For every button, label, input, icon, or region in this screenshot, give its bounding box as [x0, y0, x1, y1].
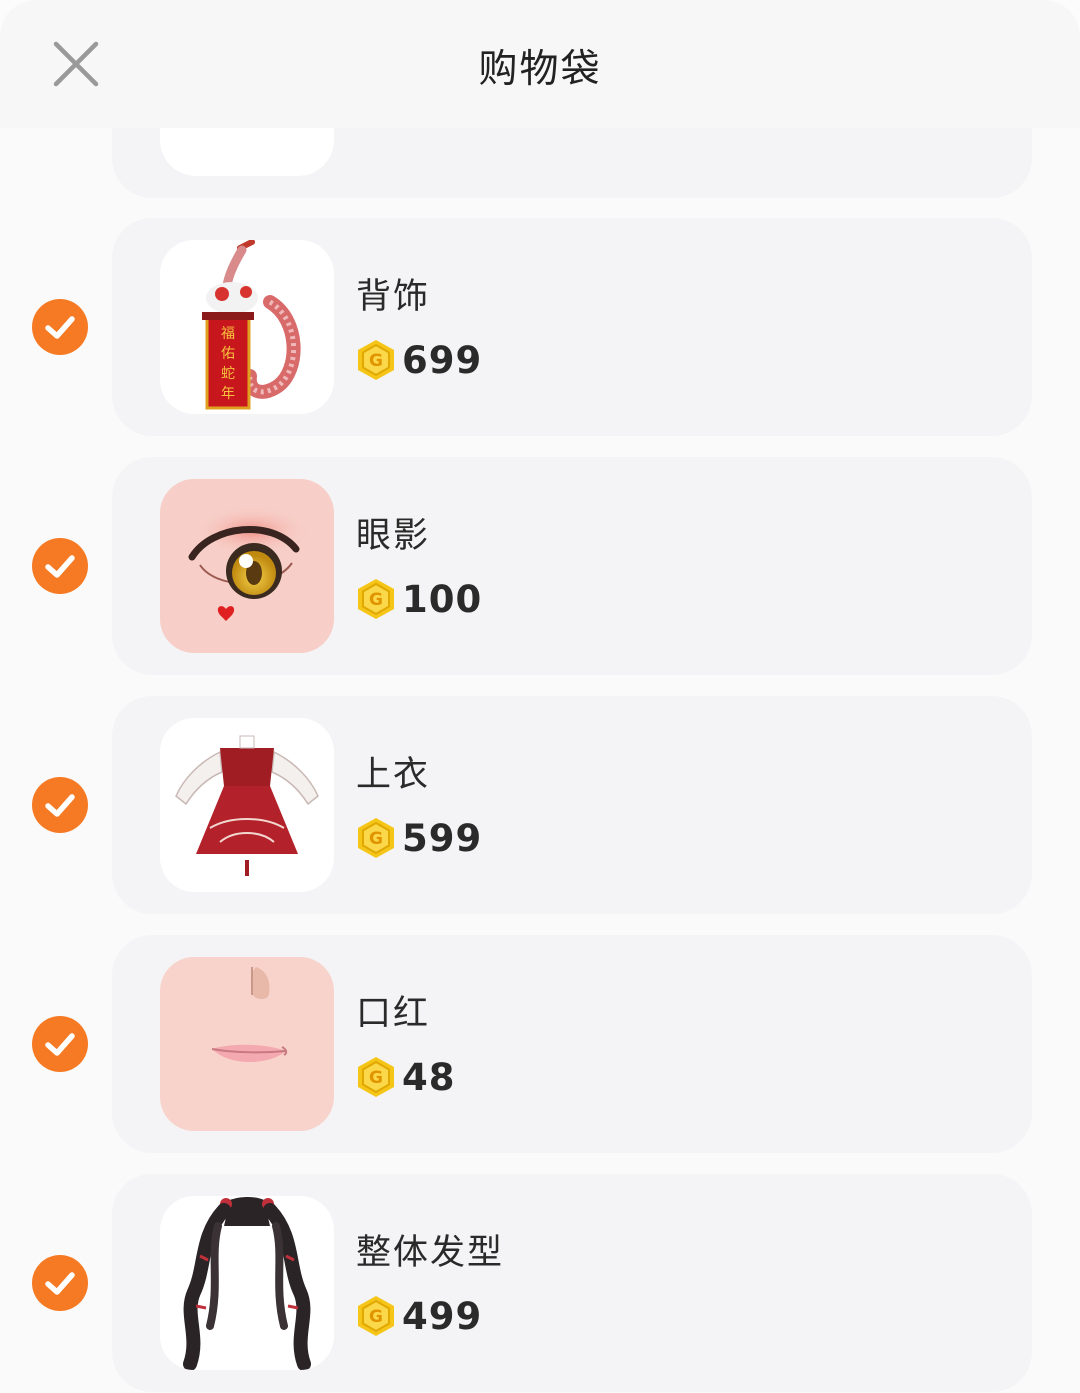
select-checkbox[interactable]: [32, 299, 88, 355]
item-thumbnail: 福 佑 蛇 年: [160, 240, 334, 414]
shopping-bag-sheet: 福 佑 蛇 年 背饰 G 699 眼影 G 100 上衣 G 599 口红 G …: [0, 0, 1080, 1393]
cart-item-row: 上衣 G 599: [0, 696, 1080, 914]
item-name: 整体发型: [356, 1233, 505, 1273]
item-name: 背饰: [356, 277, 431, 317]
item-price: G 100: [356, 577, 482, 621]
page-title: 购物袋: [478, 47, 602, 92]
eye-shadow-icon: [188, 505, 312, 621]
charm-text-1: 福: [221, 326, 235, 342]
charm-text-3: 蛇: [221, 366, 235, 382]
charm-text-4: 年: [221, 386, 235, 402]
svg-text:G: G: [369, 1307, 383, 1327]
price-value: 699: [402, 338, 483, 382]
svg-text:G: G: [369, 590, 383, 610]
twin-tail-hairstyle-icon: [183, 1197, 311, 1370]
gold-coin-icon: G: [358, 340, 394, 380]
select-checkbox[interactable]: [32, 1016, 88, 1072]
cart-item-card[interactable]: 口红 G 48: [112, 935, 1032, 1153]
price-value: 48: [402, 1055, 456, 1099]
gold-coin-icon: G: [358, 579, 394, 619]
cart-item-row: 整体发型 G 499: [0, 1174, 1080, 1392]
price-value: 599: [402, 816, 483, 860]
checkmark-icon: [45, 794, 75, 817]
lipstick-icon: [211, 967, 288, 1062]
item-name: 口红: [356, 994, 431, 1034]
cart-item-card[interactable]: 整体发型 G 499: [112, 1174, 1032, 1392]
checkmark-icon: [45, 1033, 75, 1056]
checkmark-icon: [45, 1272, 75, 1295]
item-name: 上衣: [356, 755, 431, 795]
gold-coin-icon: G: [358, 818, 394, 858]
charm-text-2: 佑: [221, 346, 235, 362]
price-value: 100: [402, 577, 483, 621]
cart-item-card[interactable]: 眼影 G 100: [112, 457, 1032, 675]
item-price: G 499: [356, 1294, 482, 1338]
gold-coin-icon: G: [358, 1296, 394, 1336]
gold-coin-icon: G: [358, 1057, 394, 1097]
item-price: G 599: [356, 816, 482, 860]
item-name: 眼影: [356, 516, 431, 556]
cart-item-row: 口红 G 48: [0, 935, 1080, 1153]
svg-text:G: G: [369, 829, 383, 849]
item-thumbnail: [160, 718, 334, 892]
item-price: G 699: [356, 338, 482, 382]
cart-item-row: 眼影 G 100: [0, 457, 1080, 675]
svg-text:G: G: [369, 1068, 383, 1088]
cart-item-card[interactable]: 福 佑 蛇 年 背饰 G 699: [112, 218, 1032, 436]
select-checkbox[interactable]: [32, 777, 88, 833]
cart-item-card[interactable]: 上衣 G 599: [112, 696, 1032, 914]
red-dress-icon: [175, 735, 319, 876]
svg-text:G: G: [369, 351, 383, 371]
select-checkbox[interactable]: [32, 1255, 88, 1311]
checkmark-icon: [45, 316, 75, 339]
item-thumbnail: [160, 957, 334, 1131]
checkmark-icon: [45, 555, 75, 578]
snake-charm-accessory-icon: 福 佑 蛇 年: [202, 240, 301, 410]
price-value: 499: [402, 1294, 483, 1338]
item-thumbnail: [160, 1196, 334, 1370]
sheet-header: 购物袋: [0, 0, 1080, 128]
select-checkbox[interactable]: [32, 538, 88, 594]
item-price: G 48: [356, 1055, 456, 1099]
cart-item-row: 福 佑 蛇 年 背饰 G 699: [0, 218, 1080, 436]
item-thumbnail: [160, 479, 334, 653]
